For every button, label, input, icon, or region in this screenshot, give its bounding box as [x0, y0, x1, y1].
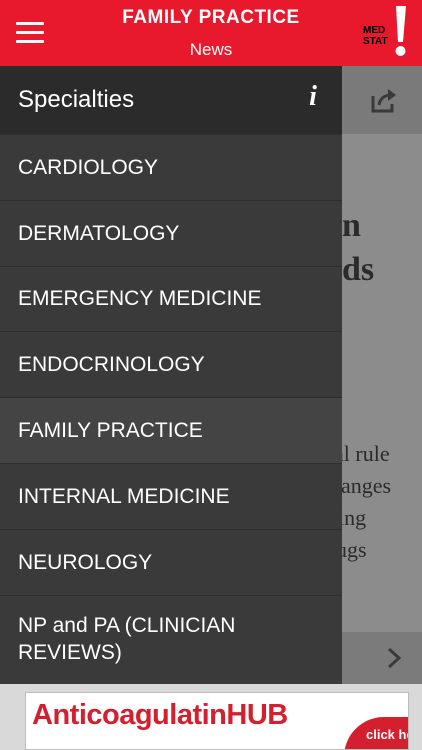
ad-content[interactable]: AnticoagulatinHUB click here [25, 692, 409, 750]
logo-text-bottom: STAT [363, 36, 388, 47]
specialty-item-dermatology[interactable]: DERMATOLOGY [0, 199, 342, 266]
article-headline-fragment: n [342, 207, 361, 244]
medstat-logo[interactable]: MED STAT [360, 6, 412, 60]
article-body-fragment: ing [342, 505, 367, 530]
specialty-item-internal-medicine[interactable]: INTERNAL MEDICINE [0, 462, 342, 529]
specialty-item-cardiology[interactable]: CARDIOLOGY [0, 134, 342, 200]
logo-text-top: MED [363, 25, 386, 36]
ad-cta-label: click here [366, 727, 408, 742]
article-bottom-bar [342, 632, 422, 684]
info-icon[interactable]: i [304, 82, 322, 112]
ad-banner[interactable]: AnticoagulatinHUB click here [0, 684, 422, 750]
article-headline-fragment: ds [342, 251, 375, 288]
specialties-drawer: Specialties i CARDIOLOGY DERMATOLOGY EME… [0, 66, 342, 684]
specialty-item-np-and-pa[interactable]: NP and PA (CLINICIAN REVIEWS) [0, 594, 342, 682]
article-body-fragment: ugs [342, 537, 367, 562]
article-body-fragment: nanges [342, 473, 392, 498]
specialty-item-family-practice[interactable]: FAMILY PRACTICE [0, 397, 342, 463]
article-background: n ds al rule nanges ing ugs [342, 66, 422, 684]
header-subtitle: News [189, 40, 233, 59]
app-header: FAMILY PRACTICE News MED STAT [0, 0, 422, 66]
specialty-item-endocrinology[interactable]: ENDOCRINOLOGY [0, 331, 342, 397]
drawer-header: Specialties i [0, 66, 342, 134]
article-body-fragment: al rule [342, 441, 390, 466]
header-title: FAMILY PRACTICE [122, 7, 300, 28]
article-toolbar [342, 66, 422, 134]
specialty-item-emergency-medicine[interactable]: EMERGENCY MEDICINE [0, 265, 342, 332]
specialty-item-neurology[interactable]: NEUROLOGY [0, 528, 342, 595]
chevron-right-icon[interactable] [386, 646, 402, 670]
share-icon[interactable] [370, 86, 398, 114]
ad-click-here-button[interactable]: click here [344, 717, 408, 749]
exclamation-icon [395, 6, 406, 56]
drawer-title: Specialties [18, 86, 135, 113]
ad-title: AnticoagulatinHUB [32, 699, 288, 731]
